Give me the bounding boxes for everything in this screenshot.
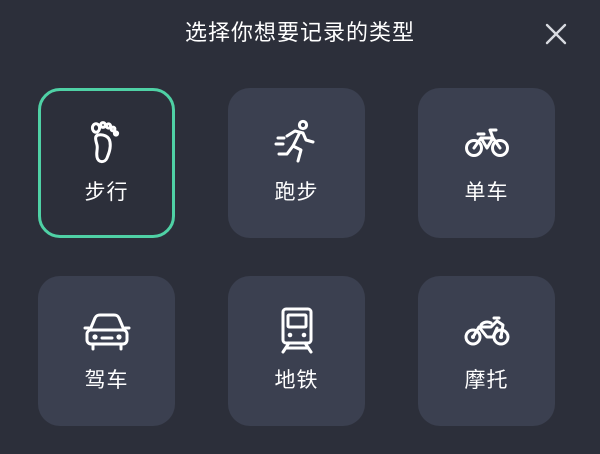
type-label: 驾车 xyxy=(84,368,129,392)
type-label: 跑步 xyxy=(274,180,319,204)
type-option-motorcycle[interactable]: 摩托 xyxy=(418,276,555,426)
type-option-subway[interactable]: 地铁 xyxy=(228,276,365,426)
subway-icon xyxy=(281,307,312,354)
runner-icon xyxy=(274,119,314,163)
bicycle-icon xyxy=(464,128,509,157)
record-type-dialog: 选择你想要记录的类型 步行 跑步 单车 驾车 地铁 摩托 xyxy=(0,0,600,454)
type-option-run[interactable]: 跑步 xyxy=(228,88,365,238)
type-option-bicycle[interactable]: 单车 xyxy=(418,88,555,238)
motorcycle-icon xyxy=(464,316,509,346)
type-label: 摩托 xyxy=(464,368,509,392)
type-option-walk[interactable]: 步行 xyxy=(38,88,175,238)
type-label: 地铁 xyxy=(274,368,319,392)
type-grid: 步行 跑步 单车 驾车 地铁 摩托 xyxy=(0,0,600,454)
footprint-icon xyxy=(90,121,119,164)
type-option-car[interactable]: 驾车 xyxy=(38,276,175,426)
car-icon xyxy=(83,313,130,351)
type-label: 单车 xyxy=(464,180,509,204)
type-label: 步行 xyxy=(84,180,129,204)
